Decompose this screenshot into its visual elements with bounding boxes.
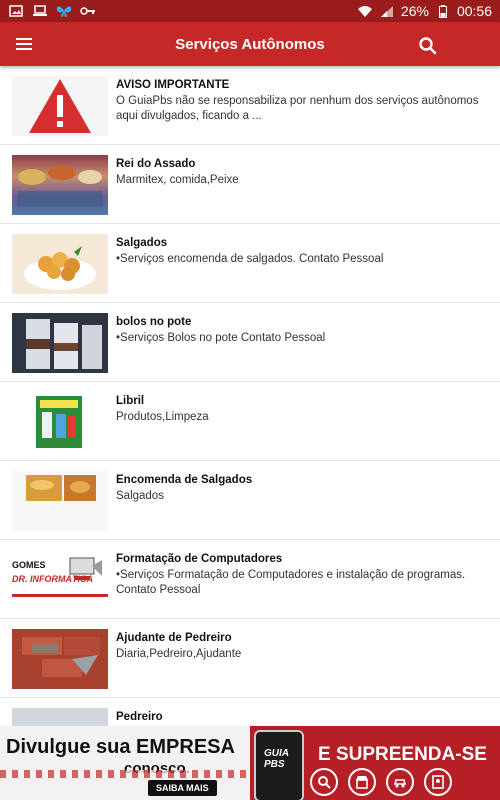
menu-icon [16, 38, 32, 50]
list-item[interactable]: Encomenda de Salgados Salgados [0, 461, 500, 540]
status-right-icons: 26% 00:56 [357, 3, 500, 19]
butterfly-icon [56, 4, 72, 18]
item-title: Rei do Assado [116, 158, 196, 170]
list-item[interactable]: Salgados •Serviços encomenda de salgados… [0, 224, 500, 303]
list-item[interactable]: GOMES DR. INFORMÁTICA Formatação de Comp… [0, 540, 500, 619]
item-title: Ajudante de Pedreiro [116, 632, 232, 644]
gomes-logo-text: GOMES [12, 560, 46, 570]
item-description: Marmitex, comida,Peixe [116, 174, 239, 186]
key-icon [80, 4, 96, 18]
list-item[interactable]: AVISO IMPORTANTE O GuiaPbs não se respon… [0, 66, 500, 145]
item-description: O GuiaPbs não se responsabiliza por nenh… [116, 95, 479, 122]
search-button[interactable] [416, 34, 440, 58]
list-item[interactable]: Pedreiro [0, 698, 500, 726]
banner-headline: Divulgue sua EMPRESA [6, 736, 235, 758]
pedreiro2-thumbnail [12, 708, 108, 726]
item-title: Formatação de Computadores [116, 553, 283, 565]
gomes-logo-thumbnail: GOMES DR. INFORMÁTICA [12, 550, 108, 610]
item-description: •Serviços Bolos no pote Contato Pessoal [116, 332, 326, 344]
car-icon [386, 768, 414, 796]
signal-icon [379, 4, 395, 18]
warning-thumbnail [12, 76, 108, 136]
store-icon [348, 768, 376, 796]
laptop-icon [32, 4, 48, 18]
item-description: Produtos,Limpeza [116, 411, 209, 423]
status-bar: 26% 00:56 [0, 0, 500, 22]
battery-percent: 26% [400, 3, 429, 19]
list-item[interactable]: bolos no pote •Serviços Bolos no pote Co… [0, 303, 500, 382]
item-description: Salgados [116, 490, 164, 502]
item-title: AVISO IMPORTANTE [116, 79, 230, 91]
monitor-icon [69, 557, 102, 580]
item-title: Libril [116, 395, 145, 407]
battery-icon [435, 4, 451, 18]
bolos-thumbnail [12, 313, 108, 373]
app-bar: Serviços Autônomos [0, 22, 500, 66]
salgados-thumbnail [12, 234, 108, 294]
libril-thumbnail [12, 392, 108, 452]
phone-image: GUIA PBS [254, 730, 304, 800]
page-title: Serviços Autônomos [175, 35, 325, 53]
food-tray-thumbnail [12, 155, 108, 215]
guia-pbs-logo: GUIA PBS [264, 748, 289, 770]
services-list[interactable]: AVISO IMPORTANTE O GuiaPbs não se respon… [0, 66, 500, 726]
contact-icon [424, 768, 452, 796]
search-icon [419, 37, 437, 55]
banner-right: GUIA PBS E SUPREENDA-SE [250, 726, 500, 800]
banner-icons [310, 768, 452, 796]
banner-slogan: E SUPREENDA-SE [318, 744, 487, 765]
banner-left: Divulgue sua EMPRESA conosco. SAIBA MAIS [0, 726, 250, 800]
search-icon [310, 768, 338, 796]
warning-icon [29, 79, 91, 133]
item-description: •Serviços Formatação de Computadores e i… [116, 569, 466, 596]
item-description: •Serviços encomenda de salgados. Contato… [116, 253, 384, 265]
pedreiro-thumbnail [12, 629, 108, 689]
item-title: Salgados [116, 237, 168, 249]
list-item[interactable]: Rei do Assado Marmitex, comida,Peixe [0, 145, 500, 224]
clock: 00:56 [456, 3, 492, 19]
item-title: Encomenda de Salgados [116, 474, 253, 486]
status-left-icons [0, 4, 96, 18]
list-item[interactable]: Libril Produtos,Limpeza [0, 382, 500, 461]
item-title: Pedreiro [116, 711, 163, 723]
banner-decoration [0, 770, 250, 778]
saiba-mais-button[interactable]: SAIBA MAIS [148, 780, 217, 796]
item-description: Diaria,Pedreiro,Ajudante [116, 648, 242, 660]
list-item[interactable]: Ajudante de Pedreiro Diaria,Pedreiro,Aju… [0, 619, 500, 698]
ad-banner[interactable]: Divulgue sua EMPRESA conosco. SAIBA MAIS… [0, 726, 500, 800]
item-title: bolos no pote [116, 316, 192, 328]
image-icon [8, 4, 24, 18]
wifi-icon [357, 4, 373, 18]
menu-button[interactable] [12, 32, 36, 56]
encomenda-thumbnail [12, 471, 108, 531]
